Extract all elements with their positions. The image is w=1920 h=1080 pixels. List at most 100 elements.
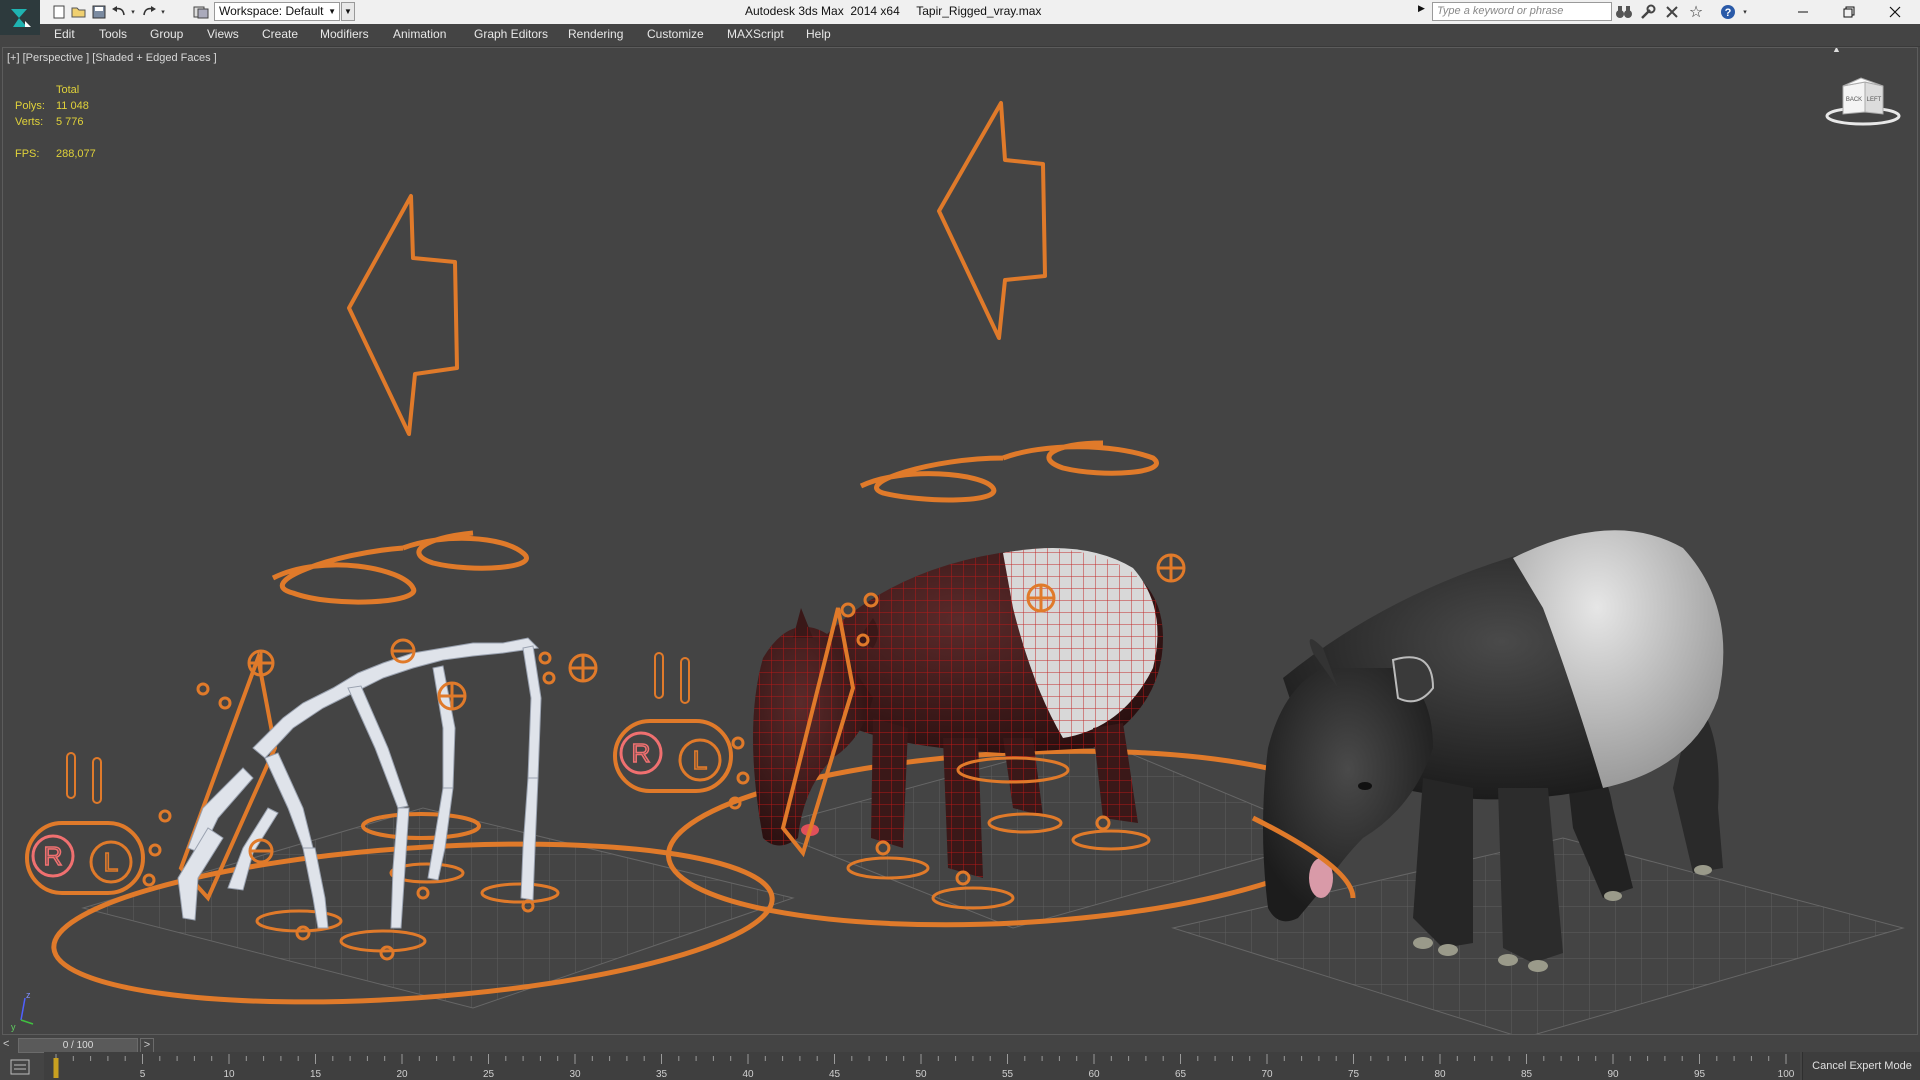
infinity-control-left[interactable]: [271, 530, 529, 605]
star-icon[interactable]: ☆: [1686, 3, 1706, 21]
verts-label: Verts:: [15, 116, 44, 128]
undo-dropdown-icon[interactable]: ▾: [128, 3, 138, 21]
menu-modifiers[interactable]: Modifiers: [320, 27, 369, 41]
trackbar-label: 65: [1175, 1069, 1187, 1080]
search-input[interactable]: Type a keyword or phrase: [1432, 2, 1612, 21]
ik-pins-left[interactable]: [66, 752, 102, 804]
viewcube-left-label: LEFT: [1867, 97, 1882, 103]
menu-help[interactable]: Help: [806, 27, 831, 41]
axis-tripod: z y: [11, 990, 34, 1032]
prev-frame-button[interactable]: <: [3, 1038, 17, 1053]
menu-maxscript[interactable]: MAXScript: [727, 27, 784, 41]
search-expand-icon[interactable]: ▶: [1418, 3, 1430, 21]
trackbar-label: 95: [1694, 1069, 1706, 1080]
trackbar-label: 25: [483, 1069, 495, 1080]
minimize-button[interactable]: [1780, 0, 1826, 24]
scene-canvas[interactable]: R L R L z y: [3, 48, 1918, 1035]
ik-pins-mid[interactable]: [654, 652, 690, 704]
redo-dropdown-icon[interactable]: ▾: [158, 3, 168, 21]
menu-create[interactable]: Create: [262, 27, 298, 41]
restore-button[interactable]: [1826, 0, 1872, 24]
undo-icon[interactable]: [110, 3, 128, 21]
workspace-label: Workspace: Default: [219, 4, 324, 18]
max-logo-icon: [11, 8, 31, 27]
cancel-expert-mode-button[interactable]: Cancel Expert Mode: [1802, 1052, 1920, 1080]
trackbar-label: 15: [310, 1069, 322, 1080]
trackbar[interactable]: 0510152025303540455055606570758085909510…: [0, 1052, 1800, 1080]
project-folder-icon[interactable]: [192, 3, 210, 21]
mini-curve-editor-icon[interactable]: [8, 1057, 32, 1077]
viewcube[interactable]: BACK LEFT: [1825, 68, 1903, 130]
trackbar-label: 45: [829, 1069, 841, 1080]
stats-header: Total: [56, 84, 80, 96]
menu-rendering[interactable]: Rendering: [568, 27, 623, 41]
rig-label-r: R: [44, 841, 63, 871]
time-slider[interactable]: 0 / 100: [18, 1038, 138, 1053]
chevron-down-icon: ▼: [328, 7, 336, 16]
workspace-dropdown[interactable]: Workspace: Default ▼: [214, 2, 340, 21]
polys-value: 11 048: [56, 100, 89, 112]
trackbar-label: 80: [1434, 1069, 1446, 1080]
menu-group[interactable]: Group: [150, 27, 183, 41]
trackbar-label: 5: [140, 1069, 146, 1080]
trackbar-label: 60: [1088, 1069, 1100, 1080]
tools-icon[interactable]: [1638, 3, 1658, 21]
menu-tools[interactable]: Tools: [99, 27, 127, 41]
title-bar: ▾ ▾ Workspace: Default ▼ ▼ Autodesk 3ds …: [0, 0, 1920, 35]
trackbar-label: 90: [1607, 1069, 1619, 1080]
next-frame-button[interactable]: >: [140, 1038, 154, 1053]
perspective-viewport[interactable]: R L R L z y [+] [Perspective] [Shaded +…: [2, 47, 1918, 1035]
exchange-icon[interactable]: [1662, 3, 1682, 21]
viewcube-home-icon[interactable]: ▲: [1832, 48, 1841, 54]
workspace-more-button[interactable]: ▼: [341, 2, 355, 21]
rl-switch-control-left[interactable]: R L: [25, 821, 145, 895]
trackbar-label: 50: [915, 1069, 927, 1080]
viewport-label[interactable]: [+] [Perspective ] [Shaded + Edged Faces…: [7, 52, 217, 64]
menu-bar: Edit Tools Group Views Create Modifiers …: [40, 24, 1920, 47]
trackbar-label: 75: [1348, 1069, 1360, 1080]
new-file-icon[interactable]: [50, 3, 68, 21]
window-title: Autodesk 3ds Max 2014 x64 Tapir_Rigged_v…: [745, 4, 1042, 18]
orange-arrow-control-left[interactable]: [347, 194, 459, 436]
fps-value: 288,077: [56, 148, 96, 160]
trackbar-label: 85: [1521, 1069, 1533, 1080]
menu-customize[interactable]: Customize: [647, 27, 704, 41]
infinity-control-mid[interactable]: [859, 440, 1159, 503]
polys-label: Polys:: [15, 100, 45, 112]
axis-y-label: y: [11, 1022, 16, 1032]
orange-arrow-control-right[interactable]: [937, 101, 1047, 340]
redo-icon[interactable]: [140, 3, 158, 21]
menu-views[interactable]: Views: [207, 27, 239, 41]
trackbar-label: 100: [1778, 1069, 1795, 1080]
menu-edit[interactable]: Edit: [54, 27, 75, 41]
frame-display: 0 / 100: [62, 1040, 94, 1051]
trackbar-label: 30: [569, 1069, 581, 1080]
rl-switch-control-mid[interactable]: R L: [613, 719, 733, 793]
trackbar-label: 55: [1002, 1069, 1014, 1080]
timeline-area: < 0 / 100 > 0510152025303540455055606570…: [0, 1035, 1920, 1080]
rig-label-r: R: [632, 738, 651, 768]
fps-label: FPS:: [15, 148, 40, 160]
trackbar-label: 70: [1261, 1069, 1273, 1080]
current-frame-marker[interactable]: [53, 1058, 59, 1078]
rig-label-l: L: [693, 745, 707, 775]
open-file-icon[interactable]: [70, 3, 88, 21]
menu-graph-editors[interactable]: Graph Editors: [474, 27, 548, 41]
trackbar-ticks: [55, 1054, 1787, 1064]
save-icon[interactable]: [90, 3, 108, 21]
trackbar-label: 10: [223, 1069, 235, 1080]
close-button[interactable]: [1872, 0, 1918, 24]
trackbar-label: 20: [396, 1069, 408, 1080]
verts-value: 5 776: [56, 116, 84, 128]
trackbar-label: 40: [742, 1069, 754, 1080]
help-dropdown-icon[interactable]: ▾: [1740, 3, 1750, 21]
trackbar-label: 35: [656, 1069, 668, 1080]
svg-text:?: ?: [1725, 7, 1732, 19]
menu-animation[interactable]: Animation: [393, 27, 446, 41]
viewcube-back-label: BACK: [1846, 97, 1862, 103]
rig-label-l: L: [104, 847, 118, 877]
binoculars-icon[interactable]: [1614, 3, 1634, 21]
help-icon[interactable]: ?: [1718, 3, 1738, 21]
axis-z-label: z: [26, 990, 31, 1000]
app-menu-button[interactable]: [0, 0, 40, 35]
